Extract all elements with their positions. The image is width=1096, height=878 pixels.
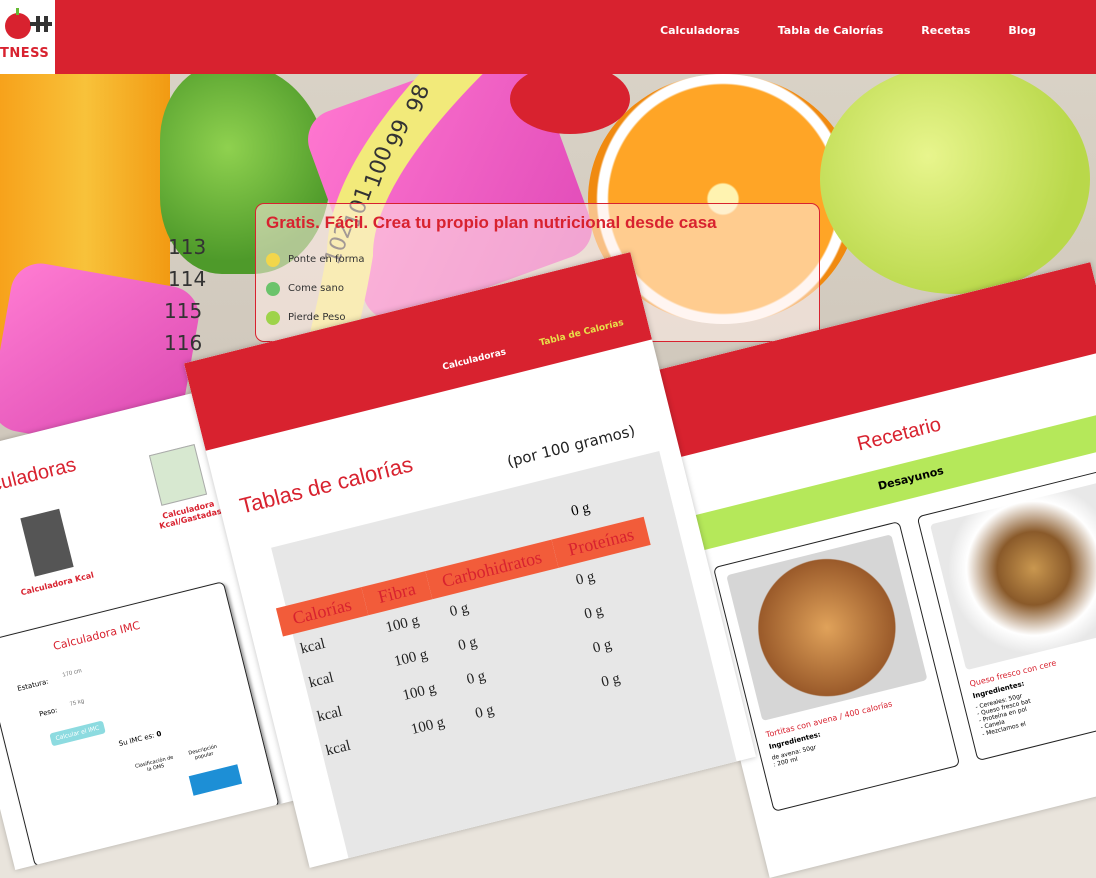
imc-title: Calculadora IMC [51, 618, 142, 654]
calc-kcal-label[interactable]: Calculadora Kcal [17, 570, 97, 598]
apple-dumbbell-icon [5, 8, 52, 39]
imc-table-cell [188, 764, 243, 796]
benefits-list: Ponte en forma Come sano Pierde Peso [266, 245, 365, 332]
benefit-item: Ponte en forma [266, 245, 365, 274]
benefit-label: Pierde Peso [288, 312, 346, 323]
calorie-table-title: Tablas de calorías [237, 451, 416, 519]
height-input[interactable] [59, 652, 134, 683]
recetario-title: Recetario [854, 413, 944, 456]
who-classification-header: Clasificación de la OMS [134, 754, 174, 774]
pancakes-image [726, 534, 928, 721]
scale-icon [266, 310, 280, 325]
top-navbar: TNESS Calculadoras Tabla de Calorías Rec… [0, 0, 1096, 74]
preview-title: Calculadoras [0, 453, 79, 504]
salad-icon [266, 281, 280, 296]
yogurt-bowl-image [930, 481, 1096, 671]
nav-calculadoras[interactable]: Calculadoras [660, 24, 740, 37]
main-nav: Calculadoras Tabla de Calorías Recetas B… [660, 24, 1036, 37]
brand-logo[interactable]: TNESS [0, 0, 55, 74]
tape-number: 115 [164, 299, 202, 323]
nav-tabla-calorias[interactable]: Tabla de Calorías [778, 24, 884, 37]
hero-title: Gratis. Fácil. Crea tu propio plan nutri… [266, 213, 717, 232]
imc-result-label: Su IMC es: 0 [118, 730, 162, 748]
calorie-table-wrap: 0 g Calorías Fibra Carbohidratos Proteín… [271, 450, 737, 859]
preview-nav-calculadoras[interactable]: Calculadoras [442, 347, 508, 372]
height-label: Estatura: [16, 677, 50, 694]
calorie-table: Calorías Fibra Carbohidratos Proteínas k… [275, 516, 685, 773]
calc-kcal-image[interactable] [20, 508, 74, 577]
benefit-label: Ponte en forma [288, 254, 365, 265]
benefit-item: Come sano [266, 274, 365, 303]
nav-recetas[interactable]: Recetas [921, 24, 970, 37]
tape-number: 113 [168, 235, 206, 259]
weight-input[interactable] [66, 681, 142, 712]
imc-result-text: Su IMC es: [117, 731, 156, 749]
runner-icon [266, 252, 280, 267]
benefit-label: Come sano [288, 283, 344, 294]
tape-number: 116 [164, 331, 202, 355]
nav-blog[interactable]: Blog [1008, 24, 1036, 37]
preview-nav-tabla[interactable]: Tabla de Calorías [539, 318, 625, 349]
protein-value: 0 g [569, 499, 592, 520]
recipe-card[interactable]: Tortitas con avena / 400 calorías Ingred… [712, 520, 961, 812]
green-apple-image [820, 74, 1090, 294]
popular-description-header: Descripción popular [187, 743, 218, 762]
tape-number: 114 [168, 267, 206, 291]
imc-result-value: 0 [155, 729, 163, 739]
logo-text: TNESS [0, 46, 50, 61]
calc-gastadas-image[interactable] [148, 444, 208, 506]
section-title: Desayunos [876, 463, 946, 493]
imc-calculator-card: Calculadora IMC Estatura: Peso: Calcular… [0, 581, 280, 868]
weight-label: Peso: [38, 706, 59, 719]
calculate-imc-button[interactable]: Calcular el IMC [49, 720, 106, 747]
